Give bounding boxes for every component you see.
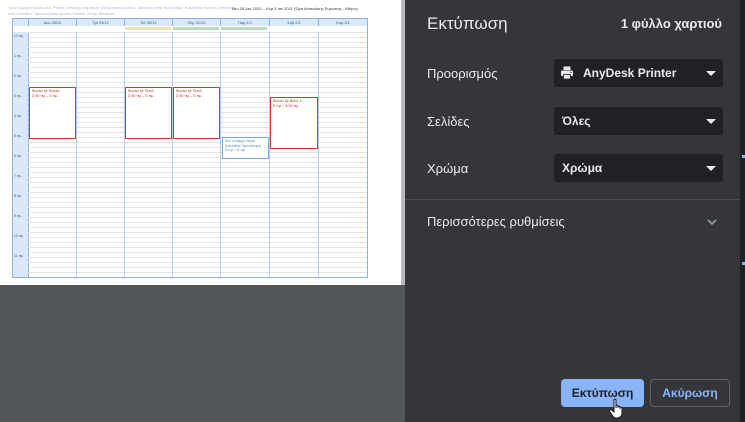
event-time: 3 πμ – 5:30 πμ xyxy=(273,103,299,108)
more-settings-label: Περισσότερες ρυθμίσεις xyxy=(427,214,565,229)
calendar-time-column: 12 πμ 1 πμ 2 πμ 3 πμ 4 πμ 5 πμ 6 πμ 7 πμ… xyxy=(13,32,29,277)
print-settings-panel: Εκτύπωση 1 φύλλο χαρτιού Προορισμός AnyD… xyxy=(405,0,740,422)
calendar-event: Δεν υπάρχει θέμα Καλλιθέα Πρόσκληση 5 πμ… xyxy=(222,137,269,159)
day-header: Δευ 28/12 xyxy=(28,19,76,26)
day-header: Τρί 29/12 xyxy=(76,19,124,26)
preview-page: Χίου Γιώργος Χρυσούλα, Ρίτσας, Μπουχς Δη… xyxy=(0,0,401,285)
hour-label: 4 πμ xyxy=(14,114,22,118)
day-header: Τετ 30/12 xyxy=(124,19,172,26)
print-preview-area: Χίου Γιώργος Χρυσούλα, Ρίτσας, Μπουχς Δη… xyxy=(0,0,405,422)
print-button[interactable]: Εκτύπωση xyxy=(561,379,644,407)
cancel-button[interactable]: Ακύρωση xyxy=(650,379,730,407)
day-header: Πέμ 31/12 xyxy=(172,19,220,26)
grid-column-divider xyxy=(318,32,319,277)
preview-week-calendar: Δευ 28/12 Τρί 29/12 Τετ 30/12 Πέμ 31/12 … xyxy=(12,18,368,278)
destination-label: Προορισμός xyxy=(427,66,498,81)
hour-label: 3 πμ xyxy=(14,94,22,98)
day-header: Παρ 1/1 xyxy=(220,19,269,26)
grid-column-divider xyxy=(220,32,221,277)
panel-title: Εκτύπωση xyxy=(427,14,508,33)
hour-label: 10 πμ xyxy=(14,234,24,238)
pages-value: Όλες xyxy=(562,114,591,128)
grid-column-divider xyxy=(172,32,173,277)
color-label: Χρώμα xyxy=(427,161,469,176)
hour-label: 8 πμ xyxy=(14,194,22,198)
color-select[interactable]: Χρώμα xyxy=(554,154,723,182)
event-time: 2:30 πμ – 5 πμ xyxy=(128,93,154,98)
window-edge xyxy=(740,0,745,422)
chevron-down-icon xyxy=(706,71,716,76)
event-time: 2:30 πμ – 5 πμ xyxy=(176,93,202,98)
pages-select[interactable]: Όλες xyxy=(554,107,723,135)
event-time: 2:30 πμ – 5 πμ xyxy=(32,93,58,98)
printer-icon xyxy=(561,66,573,80)
hour-label: 6 πμ xyxy=(14,154,22,158)
allday-event xyxy=(173,27,219,30)
sheet-count: 1 φύλλο χαρτιού xyxy=(620,16,722,31)
hour-label: 5 πμ xyxy=(14,134,22,138)
chevron-down-icon xyxy=(706,166,716,171)
allday-event xyxy=(125,27,171,30)
calendar-event: Βούλα @ Βούλ 1 3 πμ – 5:30 πμ xyxy=(270,97,318,149)
destination-value: AnyDesk Printer xyxy=(583,66,677,80)
hour-label: 9 πμ xyxy=(14,214,22,218)
hour-label: 2 πμ xyxy=(14,74,22,78)
hour-label: 11 πμ xyxy=(14,254,24,258)
chevron-down-icon xyxy=(706,119,716,124)
grid-column-divider xyxy=(76,32,77,277)
color-value: Χρώμα xyxy=(562,161,603,175)
hour-label: 1 πμ xyxy=(14,54,22,58)
hour-label: 7 πμ xyxy=(14,174,22,178)
chevron-down-icon xyxy=(707,219,717,226)
day-header: Σάβ 2/1 xyxy=(269,19,318,26)
pages-label: Σελίδες xyxy=(427,114,470,129)
calendar-grid xyxy=(28,32,367,277)
preview-backdrop: Χίου Γιώργος Χρυσούλα, Ρίτσας, Μπουχς Δη… xyxy=(0,0,405,285)
day-header: Κυρ 3/1 xyxy=(318,19,367,26)
calendar-event: Βούλα @ Κούλα 2:30 πμ – 5 πμ xyxy=(29,87,76,139)
allday-event xyxy=(221,27,267,30)
grid-column-divider xyxy=(124,32,125,277)
preview-calendar-list: Χίου Γιώργος Χρυσούλα, Ρίτσας, Μπουχς Δη… xyxy=(8,5,236,16)
event-time: 5 πμ – 6 πμ xyxy=(225,148,246,152)
more-settings-toggle[interactable]: Περισσότερες ρυθμίσεις xyxy=(405,200,740,244)
preview-date-range: Δευ 28 Δεκ 2020 – Κυρ 3 Ιαν 2021 (Ώρα Αν… xyxy=(232,6,358,11)
calendar-event: Βούλα @ Παύλ 2:30 πμ – 5 πμ xyxy=(173,87,220,139)
destination-select[interactable]: AnyDesk Printer xyxy=(554,59,723,87)
hour-label: 12 πμ xyxy=(14,34,24,38)
grid-column-divider xyxy=(269,32,270,277)
calendar-event: Βούλα @ Παύλ 2:30 πμ – 5 πμ xyxy=(125,87,172,139)
event-title: Δεν υπάρχει θέμα Καλλιθέα Πρόσκληση xyxy=(225,139,262,148)
